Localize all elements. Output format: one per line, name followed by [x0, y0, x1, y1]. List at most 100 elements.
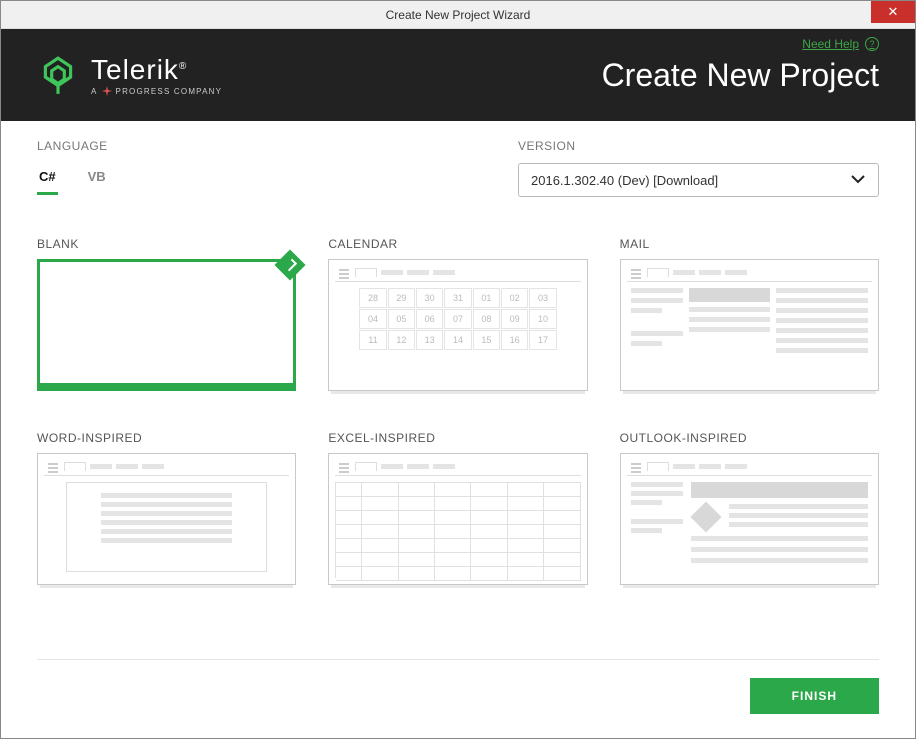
template-card-outlook[interactable]: [620, 453, 879, 585]
help-link[interactable]: Need Help ?: [802, 37, 879, 51]
version-control: VERSION 2016.1.302.40 (Dev) [Download]: [518, 139, 879, 197]
calendar-day: 02: [501, 288, 528, 308]
template-outlook: OUTLOOK-INSPIRED: [620, 431, 879, 585]
close-button[interactable]: ✕: [871, 1, 915, 23]
grid-cell: [544, 539, 580, 553]
calendar-day: 12: [388, 330, 415, 350]
template-mail: MAIL: [620, 237, 879, 391]
excel-preview: [329, 454, 586, 584]
template-card-excel[interactable]: [328, 453, 587, 585]
version-dropdown[interactable]: 2016.1.302.40 (Dev) [Download]: [518, 163, 879, 197]
brand-tagline: A PROGRESS COMPANY: [91, 86, 222, 96]
grid-cell: [362, 525, 398, 539]
grid-cell: [435, 553, 471, 567]
template-label: OUTLOOK-INSPIRED: [620, 431, 879, 445]
grid-cell: [435, 539, 471, 553]
calendar-day: 13: [416, 330, 443, 350]
help-label: Need Help: [802, 37, 859, 51]
grid-cell: [399, 511, 435, 525]
grid-cell: [362, 567, 398, 581]
calendar-day: 08: [473, 309, 500, 329]
telerik-logo-icon: [37, 54, 79, 96]
lang-tab-csharp[interactable]: C#: [37, 163, 58, 195]
logo: Telerik® A PROGRESS COMPANY: [37, 54, 222, 96]
calendar-day: 03: [529, 288, 556, 308]
content: LANGUAGE C# VB VERSION 2016.1.302.40 (De…: [1, 121, 915, 738]
template-label: EXCEL-INSPIRED: [328, 431, 587, 445]
template-card-blank[interactable]: [37, 259, 296, 391]
grid-cell: [544, 567, 580, 581]
grid-cell: [399, 539, 435, 553]
divider: [37, 659, 879, 660]
version-value: 2016.1.302.40 (Dev) [Download]: [531, 173, 718, 188]
grid-cell: [362, 483, 398, 497]
calendar-day: 29: [388, 288, 415, 308]
template-grid: BLANK CALENDAR 2829303101020304050607080…: [1, 197, 915, 585]
calendar-day: 01: [473, 288, 500, 308]
template-card-calendar[interactable]: 2829303101020304050607080910111213141516…: [328, 259, 587, 391]
template-label: CALENDAR: [328, 237, 587, 251]
word-preview: [38, 454, 295, 584]
hamburger-icon: [631, 463, 641, 473]
template-card-mail[interactable]: [620, 259, 879, 391]
grid-cell: [508, 497, 544, 511]
grid-cell: [399, 497, 435, 511]
grid-cell: [336, 553, 362, 567]
grid-cell: [336, 539, 362, 553]
template-calendar: CALENDAR 2829303101020304050607080910111…: [328, 237, 587, 391]
brand-name: Telerik®: [91, 54, 222, 86]
calendar-day: 31: [444, 288, 471, 308]
grid-cell: [471, 525, 507, 539]
template-card-word[interactable]: [37, 453, 296, 585]
window-title: Create New Project Wizard: [386, 8, 531, 22]
grid-cell: [544, 497, 580, 511]
template-excel: EXCEL-INSPIRED: [328, 431, 587, 585]
hamburger-icon: [631, 269, 641, 279]
grid-cell: [471, 539, 507, 553]
grid-cell: [508, 567, 544, 581]
hamburger-icon: [339, 463, 349, 473]
grid-cell: [336, 525, 362, 539]
grid-cell: [508, 483, 544, 497]
calendar-day: 04: [359, 309, 386, 329]
grid-cell: [435, 567, 471, 581]
calendar-day: 06: [416, 309, 443, 329]
finish-button[interactable]: FINISH: [750, 678, 879, 714]
calendar-day: 15: [473, 330, 500, 350]
titlebar: Create New Project Wizard ✕: [1, 1, 915, 29]
hamburger-icon: [339, 269, 349, 279]
grid-cell: [544, 525, 580, 539]
grid-cell: [471, 567, 507, 581]
calendar-preview: 2829303101020304050607080910111213141516…: [329, 260, 586, 390]
calendar-day: 30: [416, 288, 443, 308]
grid-cell: [508, 539, 544, 553]
calendar-day: 11: [359, 330, 386, 350]
chevron-down-icon: [850, 171, 866, 189]
grid-cell: [336, 567, 362, 581]
grid-cell: [471, 497, 507, 511]
footer: FINISH: [1, 641, 915, 738]
grid-cell: [508, 553, 544, 567]
template-label: BLANK: [37, 237, 296, 251]
template-label: MAIL: [620, 237, 879, 251]
grid-cell: [362, 539, 398, 553]
language-control: LANGUAGE C# VB: [37, 139, 398, 197]
calendar-day: 28: [359, 288, 386, 308]
calendar-day: 14: [444, 330, 471, 350]
grid-cell: [508, 511, 544, 525]
grid-cell: [399, 483, 435, 497]
template-label: WORD-INSPIRED: [37, 431, 296, 445]
grid-cell: [435, 525, 471, 539]
grid-cell: [435, 483, 471, 497]
page-title: Create New Project: [602, 57, 879, 94]
grid-cell: [362, 511, 398, 525]
grid-cell: [508, 525, 544, 539]
controls-row: LANGUAGE C# VB VERSION 2016.1.302.40 (De…: [1, 121, 915, 197]
calendar-day: 10: [529, 309, 556, 329]
calendar-day: 05: [388, 309, 415, 329]
grid-cell: [399, 525, 435, 539]
lang-tab-vb[interactable]: VB: [86, 163, 108, 195]
grid-cell: [399, 567, 435, 581]
grid-cell: [336, 511, 362, 525]
wizard-window: Create New Project Wizard ✕ Need Help ? …: [0, 0, 916, 739]
